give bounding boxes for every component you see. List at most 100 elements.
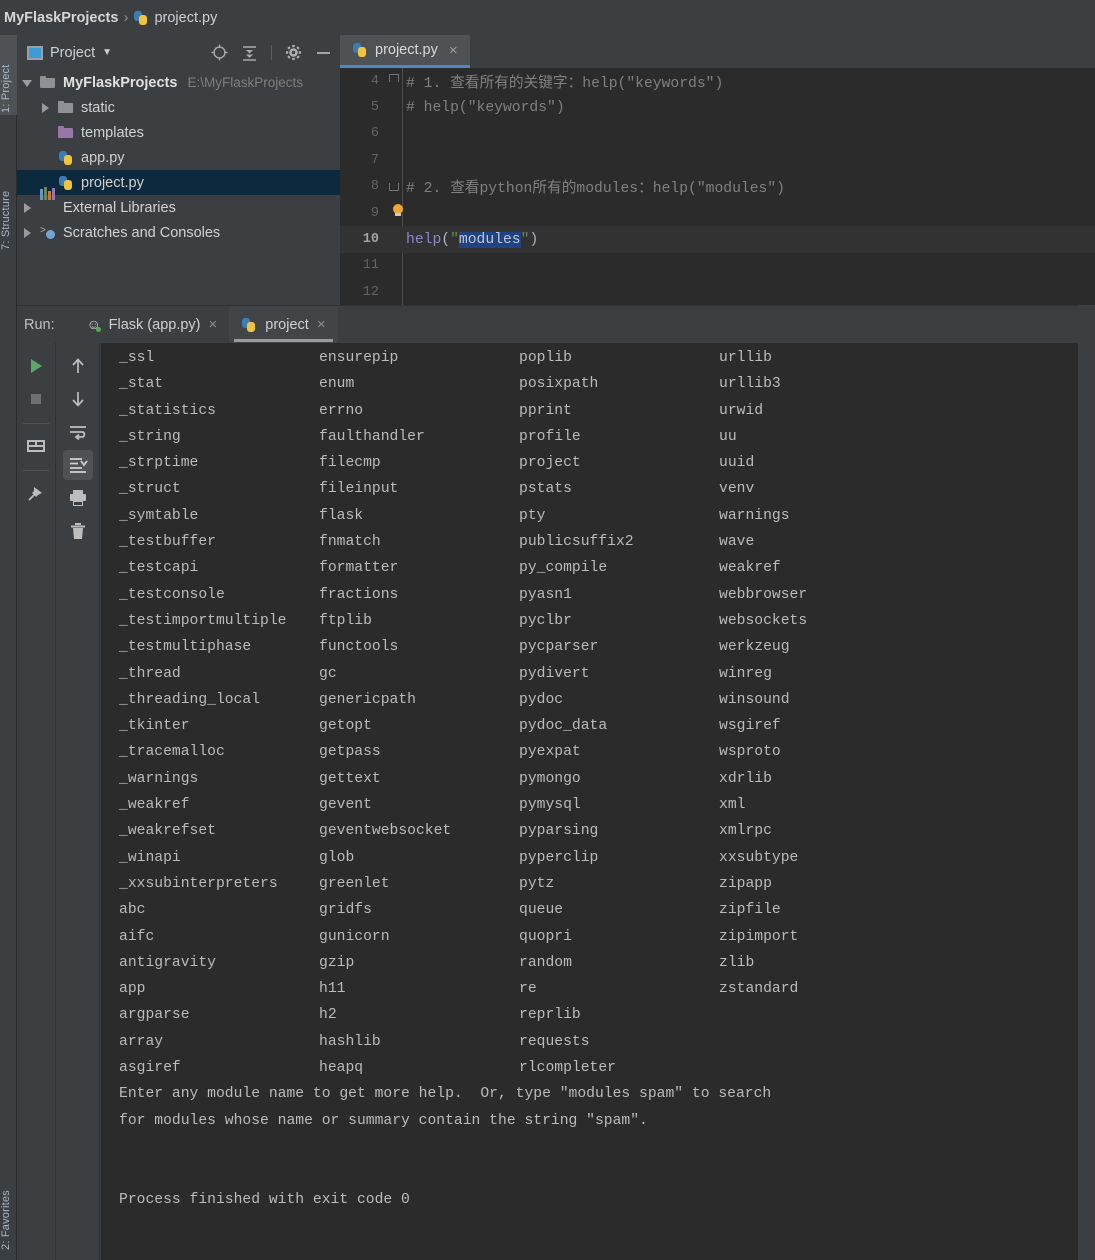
code-text: help("modules") — [402, 231, 539, 248]
editor-tab-bar: project.py × — [340, 35, 1095, 68]
folder-grey-icon — [40, 75, 57, 91]
tool-window-tab-project-label: 1: Project — [0, 64, 12, 113]
module-name: faulthandler — [319, 428, 425, 445]
code-line-11[interactable]: 11 — [340, 253, 1095, 279]
tree-row-scratches-and-consoles[interactable]: >_ Scratches and Consoles — [17, 220, 340, 245]
tool-window-tab-structure[interactable]: 7: Structure — [0, 160, 17, 250]
editor-tab-project-py[interactable]: project.py × — [340, 35, 470, 68]
chevron-right-icon[interactable] — [39, 101, 52, 114]
fold-region-start-icon[interactable] — [388, 68, 402, 94]
module-name: _threading_local — [119, 691, 261, 708]
project-view-icon — [27, 45, 43, 60]
chevron-down-icon[interactable] — [21, 76, 34, 89]
line-number: 12 — [362, 284, 379, 300]
module-name: urwid — [719, 402, 764, 419]
breadcrumb-file[interactable]: project.py — [154, 10, 217, 26]
module-name: warnings — [719, 507, 790, 524]
code-line-12[interactable]: 12 — [340, 279, 1095, 305]
python-file-icon — [352, 42, 368, 58]
module-name: wsgiref — [719, 718, 781, 735]
editor-tab-label: project.py — [375, 42, 438, 58]
breadcrumb: MyFlaskProjects › project.py — [0, 0, 1095, 35]
module-name: pytz — [519, 875, 555, 892]
module-name: argparse — [119, 1007, 190, 1024]
gear-icon[interactable] — [285, 44, 302, 61]
code-editor[interactable]: 4 # 1. 查看所有的关键字：help("keywords") 5 # hel… — [340, 68, 1095, 305]
trash-icon[interactable] — [63, 516, 93, 546]
run-tab-bar: Run: ☺ Flask (app.py) × project × — [17, 305, 1095, 344]
module-name: queue — [519, 902, 564, 919]
run-tab-flask-app-py[interactable]: ☺ Flask (app.py) × — [73, 306, 230, 344]
tree-row-myflaskprojects[interactable]: MyFlaskProjects E:\MyFlaskProjects — [17, 70, 340, 95]
layout-button[interactable] — [21, 431, 51, 461]
fold-region-end-icon[interactable] — [388, 174, 402, 200]
line-number: 9 — [370, 205, 379, 221]
module-name: aifc — [119, 928, 155, 945]
module-name: pstats — [519, 481, 572, 498]
folder-purple-icon — [58, 125, 75, 141]
module-name: _testmultiphase — [119, 639, 252, 656]
code-line-9[interactable]: 9 — [340, 200, 1095, 226]
code-line-4[interactable]: 4 # 1. 查看所有的关键字：help("keywords") — [340, 68, 1095, 94]
code-token-paren-close: ) — [529, 231, 539, 248]
chevron-right-icon[interactable] — [21, 226, 34, 239]
module-name: profile — [519, 428, 581, 445]
run-console-output[interactable]: _ssl _stat _statistics _string _strptime _str… — [101, 343, 1095, 1260]
tree-row-external-libraries[interactable]: External Libraries — [17, 186, 340, 220]
module-column-3: poplib posixpath pprint profile project pstat… — [519, 345, 719, 1081]
printer-icon[interactable] — [63, 483, 93, 513]
tool-window-tab-project[interactable]: 1: Project — [0, 35, 17, 115]
code-line-5[interactable]: 5 # help("keywords") — [340, 94, 1095, 120]
run-tab-label: project — [265, 316, 309, 333]
code-line-6[interactable]: 6 — [340, 121, 1095, 147]
project-tree[interactable]: MyFlaskProjects E:\MyFlaskProjects stati… — [17, 70, 340, 305]
rerun-button[interactable] — [21, 351, 51, 381]
breadcrumb-project[interactable]: MyFlaskProjects — [4, 10, 118, 26]
flask-running-icon: ☺ — [86, 315, 101, 332]
tree-row-label: MyFlaskProjects — [63, 74, 178, 91]
code-token-quote-open: " — [450, 231, 459, 248]
module-name: _symtable — [119, 507, 199, 524]
close-icon[interactable]: × — [209, 316, 218, 333]
tree-row-static[interactable]: static — [17, 95, 340, 120]
chevron-right-icon[interactable] — [21, 201, 34, 214]
module-name: quopri — [519, 928, 572, 945]
code-line-10[interactable]: 10 help("modules") — [340, 226, 1095, 253]
arrow-up-icon[interactable] — [63, 351, 93, 381]
code-line-7[interactable]: 7 — [340, 147, 1095, 173]
arrow-down-icon[interactable] — [63, 384, 93, 414]
code-token-function: help — [406, 231, 442, 248]
module-name: h2 — [319, 1007, 337, 1024]
module-name: fnmatch — [319, 534, 381, 551]
stop-button[interactable] — [21, 384, 51, 414]
close-icon[interactable]: × — [449, 42, 458, 59]
module-name: formatter — [319, 560, 399, 577]
module-name: _struct — [119, 481, 181, 498]
close-icon[interactable]: × — [317, 316, 326, 333]
pin-icon[interactable] — [21, 478, 51, 508]
module-name: gettext — [319, 770, 381, 787]
tree-row-label: app.py — [81, 149, 125, 166]
collapse-all-icon[interactable] — [241, 44, 258, 61]
module-name: _testimportmultiple — [119, 612, 287, 629]
scroll-to-end-icon[interactable] — [62, 450, 93, 480]
soft-wrap-icon[interactable] — [63, 417, 93, 447]
module-name: publicsuffix2 — [519, 534, 634, 551]
module-name: enum — [319, 376, 355, 393]
module-name: random — [519, 954, 572, 971]
locate-icon[interactable] — [211, 44, 228, 61]
tool-window-tab-favorites[interactable]: 2: Favorites — [0, 1150, 17, 1250]
module-name: _xxsubinterpreters — [119, 875, 278, 892]
tree-row-project-py[interactable]: project.py — [17, 170, 340, 195]
chevron-down-icon[interactable]: ▼ — [102, 47, 112, 58]
run-tab-project[interactable]: project × — [229, 305, 338, 344]
tree-row-app-py[interactable]: app.py — [17, 145, 340, 170]
intention-bulb-icon[interactable] — [388, 200, 403, 226]
run-panel-label: Run: — [24, 316, 55, 333]
console-line: for modules whose name or summary contai… — [119, 1112, 648, 1129]
minimize-icon[interactable] — [315, 44, 332, 61]
code-line-8[interactable]: 8 # 2. 查看python所有的modules：help("modules"… — [340, 174, 1095, 200]
tree-row-templates[interactable]: templates — [17, 120, 340, 145]
module-name: pycparser — [519, 639, 599, 656]
module-name: _testconsole — [119, 586, 225, 603]
